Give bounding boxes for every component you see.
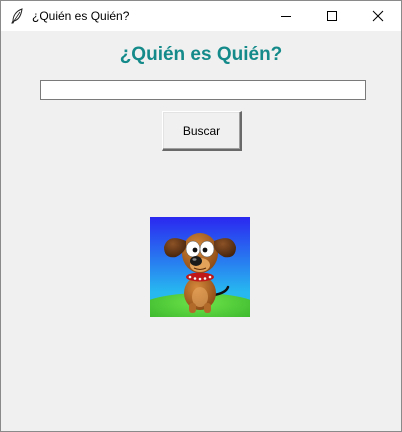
minimize-icon: [281, 16, 291, 17]
window-title: ¿Quién es Quién?: [32, 9, 130, 23]
page-title: ¿Quién es Quién?: [119, 44, 283, 65]
search-button[interactable]: Buscar: [162, 111, 242, 151]
maximize-button[interactable]: [309, 1, 355, 31]
maximize-icon: [327, 11, 337, 21]
feather-icon: [11, 8, 23, 24]
close-button[interactable]: [355, 1, 401, 31]
minimize-button[interactable]: [263, 1, 309, 31]
title-bar[interactable]: ¿Quién es Quién?: [1, 1, 401, 31]
app-window: ¿Quién es Quién? ¿Quién es Quién? Buscar: [0, 0, 402, 432]
dog-avatar-image: [150, 217, 250, 317]
close-icon: [372, 10, 384, 22]
search-input[interactable]: [40, 80, 366, 100]
